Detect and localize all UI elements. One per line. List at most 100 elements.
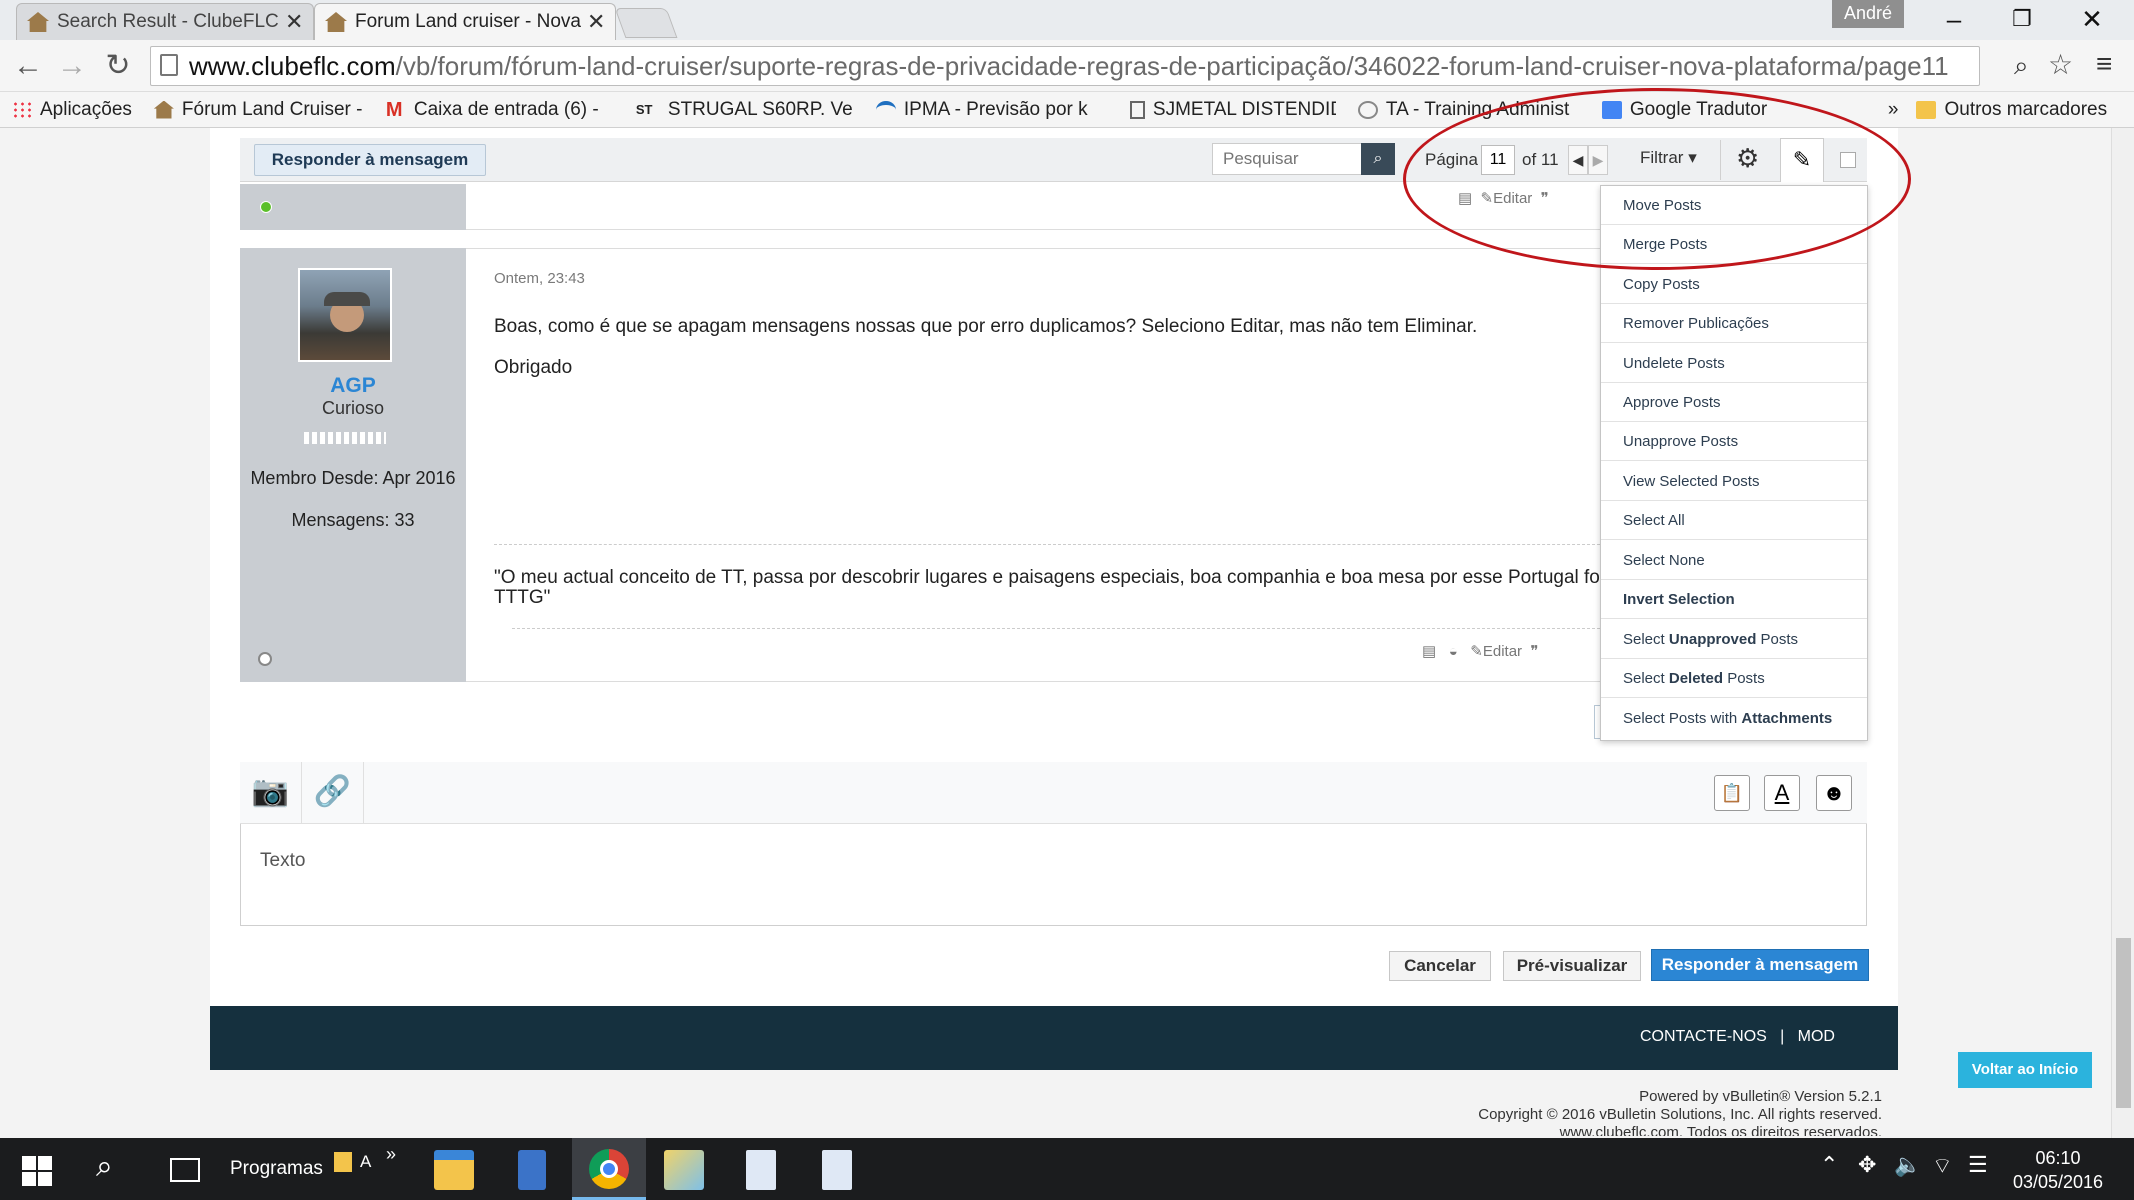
submit-reply-button[interactable]: Responder à mensagem xyxy=(1651,949,1869,981)
powered-line-1: Powered by vBulletin® Version 5.2.1 xyxy=(1639,1088,1882,1105)
contact-link[interactable]: CONTACTE-NOS xyxy=(1640,1028,1767,1045)
reputation-bar xyxy=(304,432,386,444)
preview-button[interactable]: Pré-visualizar xyxy=(1503,951,1641,981)
system-clock[interactable]: 06:10 03/05/2016 xyxy=(1993,1146,2123,1194)
search-icon[interactable]: ⌕ xyxy=(1361,143,1395,175)
gmail-icon: M xyxy=(385,98,403,121)
back-to-top-button[interactable]: Voltar ao Início xyxy=(1958,1052,2092,1088)
toolbar-expand-icon[interactable]: » xyxy=(386,1144,396,1165)
edit-icon[interactable]: ✎ xyxy=(1470,643,1483,660)
menu-select-unapproved[interactable]: Select Unapproved Posts xyxy=(1601,620,1867,659)
signature-divider xyxy=(494,544,1600,545)
chrome-icon xyxy=(589,1149,629,1189)
forward-arrow-icon[interactable]: → xyxy=(54,48,90,84)
annotation-ellipse xyxy=(1403,88,1911,270)
bookmark-forum[interactable]: Fórum Land Cruiser - xyxy=(153,99,364,121)
strugal-icon: ST xyxy=(635,101,653,117)
thread-search-input[interactable] xyxy=(1212,143,1362,175)
clock-time: 06:10 xyxy=(2035,1148,2081,1168)
ipma-icon xyxy=(875,100,896,119)
menu-approve-posts[interactable]: Approve Posts xyxy=(1601,383,1867,422)
link-icon[interactable]: 🔗 xyxy=(302,762,364,824)
footer-links: CONTACTE-NOS | MOD xyxy=(1640,1028,1835,1045)
document-app-icon[interactable] xyxy=(746,1150,776,1190)
windows-start-icon[interactable] xyxy=(22,1156,52,1186)
site-favicon-icon xyxy=(325,12,347,32)
restore-icon[interactable]: ❐ xyxy=(1988,0,2056,38)
reply-top-button[interactable]: Responder à mensagem xyxy=(254,144,486,176)
programs-toolbar[interactable]: Programas xyxy=(230,1158,323,1180)
avatar[interactable] xyxy=(298,268,392,362)
address-bar[interactable]: www.clubeflc.com/vb/forum/fórum-land-cru… xyxy=(150,46,1980,86)
clock-date: 03/05/2016 xyxy=(2012,1172,2104,1192)
profile-badge[interactable]: André xyxy=(1832,0,1904,28)
menu-select-deleted[interactable]: Select Deleted Posts xyxy=(1601,659,1867,698)
dropbox-icon[interactable]: ✥ xyxy=(1858,1152,1876,1178)
powered-by: Powered by vBulletin® Version 5.2.1 Copy… xyxy=(1200,1088,1882,1136)
volume-icon[interactable]: 🔈 xyxy=(1894,1152,1921,1178)
post-username[interactable]: AGP xyxy=(240,374,466,398)
bookmark-gmail[interactable]: M Caixa de entrada (6) - xyxy=(386,99,614,121)
actions-divider xyxy=(512,628,1600,629)
folder-icon xyxy=(1916,100,1937,119)
tab-search-result[interactable]: Search Result - ClubeFLC ✕ xyxy=(16,3,314,40)
back-arrow-icon[interactable]: ← xyxy=(10,48,46,84)
menu-view-selected[interactable]: View Selected Posts xyxy=(1601,462,1867,501)
menu-undelete-posts[interactable]: Undelete Posts xyxy=(1601,344,1867,383)
close-window-icon[interactable]: ✕ xyxy=(2058,0,2126,38)
powered-line-2: Copyright © 2016 vBulletin Solutions, In… xyxy=(1478,1106,1882,1123)
search-icon[interactable]: ⌕ xyxy=(96,1150,113,1184)
vertical-scrollbar[interactable] xyxy=(2111,128,2134,1138)
report-icon[interactable]: ▤ xyxy=(1422,643,1436,660)
document-icon xyxy=(1129,100,1145,119)
bookmark-ipma[interactable]: IPMA - Previsão por k xyxy=(875,99,1108,121)
powered-line-3: www.clubeflc.com. Todos os direitos rese… xyxy=(1559,1124,1882,1136)
cancel-button[interactable]: Cancelar xyxy=(1389,951,1491,981)
menu-invert-selection[interactable]: Invert Selection xyxy=(1601,580,1867,619)
menu-select-attachments[interactable]: Select Posts with Attachments xyxy=(1601,699,1867,738)
task-view-icon[interactable] xyxy=(170,1158,200,1182)
post-body-line-2: Obrigado xyxy=(494,357,573,378)
chevron-up-icon[interactable]: ⌃ xyxy=(1820,1152,1838,1178)
user-rank: Curioso xyxy=(321,398,385,418)
reload-icon[interactable]: ↻ xyxy=(100,48,136,84)
chrome-taskbar-button[interactable] xyxy=(572,1138,646,1200)
mod-link[interactable]: MOD xyxy=(1798,1028,1835,1045)
bookmarks-overflow[interactable]: » xyxy=(1888,99,1899,121)
bookmark-other-folder[interactable]: Outros marcadores xyxy=(1916,99,2107,121)
scrollbar-thumb[interactable] xyxy=(2116,938,2131,1108)
quote-icon[interactable]: ❞ xyxy=(1530,643,1538,660)
close-tab-icon[interactable]: ✕ xyxy=(285,9,303,35)
folder-icon[interactable] xyxy=(334,1152,352,1172)
new-tab-button[interactable] xyxy=(614,8,678,38)
camera-icon[interactable]: 📷 xyxy=(240,762,302,824)
bookmark-apps[interactable]: Aplicações xyxy=(12,99,132,121)
bookmark-strugal[interactable]: ST STRUGAL S60RP. Vent xyxy=(636,99,854,121)
document-app-icon-2[interactable] xyxy=(822,1150,852,1190)
text-format-icon[interactable]: A xyxy=(1764,775,1800,811)
file-explorer-icon[interactable] xyxy=(434,1150,474,1190)
folder-app-icon[interactable] xyxy=(664,1150,704,1190)
close-tab-icon[interactable]: ✕ xyxy=(587,9,605,35)
menu-select-none[interactable]: Select None xyxy=(1601,541,1867,580)
clipboard-icon[interactable]: 📋 xyxy=(1714,775,1750,811)
minimize-icon[interactable]: – xyxy=(1920,0,1988,38)
like-icon[interactable]: ◒ xyxy=(1449,643,1458,660)
reply-textarea[interactable]: Texto xyxy=(242,826,1865,924)
notifications-icon[interactable]: ☰ xyxy=(1968,1152,1988,1178)
menu-remove-posts[interactable]: Remover Publicações xyxy=(1601,304,1867,343)
prev-post-userpane xyxy=(240,184,466,230)
zoom-search-icon[interactable]: ⌕ xyxy=(2014,50,2029,82)
menu-unapprove-posts[interactable]: Unapprove Posts xyxy=(1601,422,1867,461)
chrome-menu-icon[interactable]: ≡ xyxy=(2096,48,2112,80)
menu-copy-posts[interactable]: Copy Posts xyxy=(1601,265,1867,304)
tab-forum-land-cruiser[interactable]: Forum Land cruiser - Nova ✕ xyxy=(314,3,616,40)
menu-select-all[interactable]: Select All xyxy=(1601,501,1867,540)
bookmark-sjmetal[interactable]: SJMETAL DISTENDIDO xyxy=(1129,99,1336,121)
emoji-icon[interactable]: ☻ xyxy=(1816,775,1852,811)
folder-toolbar-label[interactable]: A xyxy=(360,1152,371,1172)
page-icon xyxy=(160,54,178,76)
bookmark-star-icon[interactable]: ☆ xyxy=(2048,48,2073,81)
wifi-icon[interactable]: ⌔ xyxy=(1932,1152,1953,1180)
calculator-icon[interactable] xyxy=(518,1150,546,1190)
